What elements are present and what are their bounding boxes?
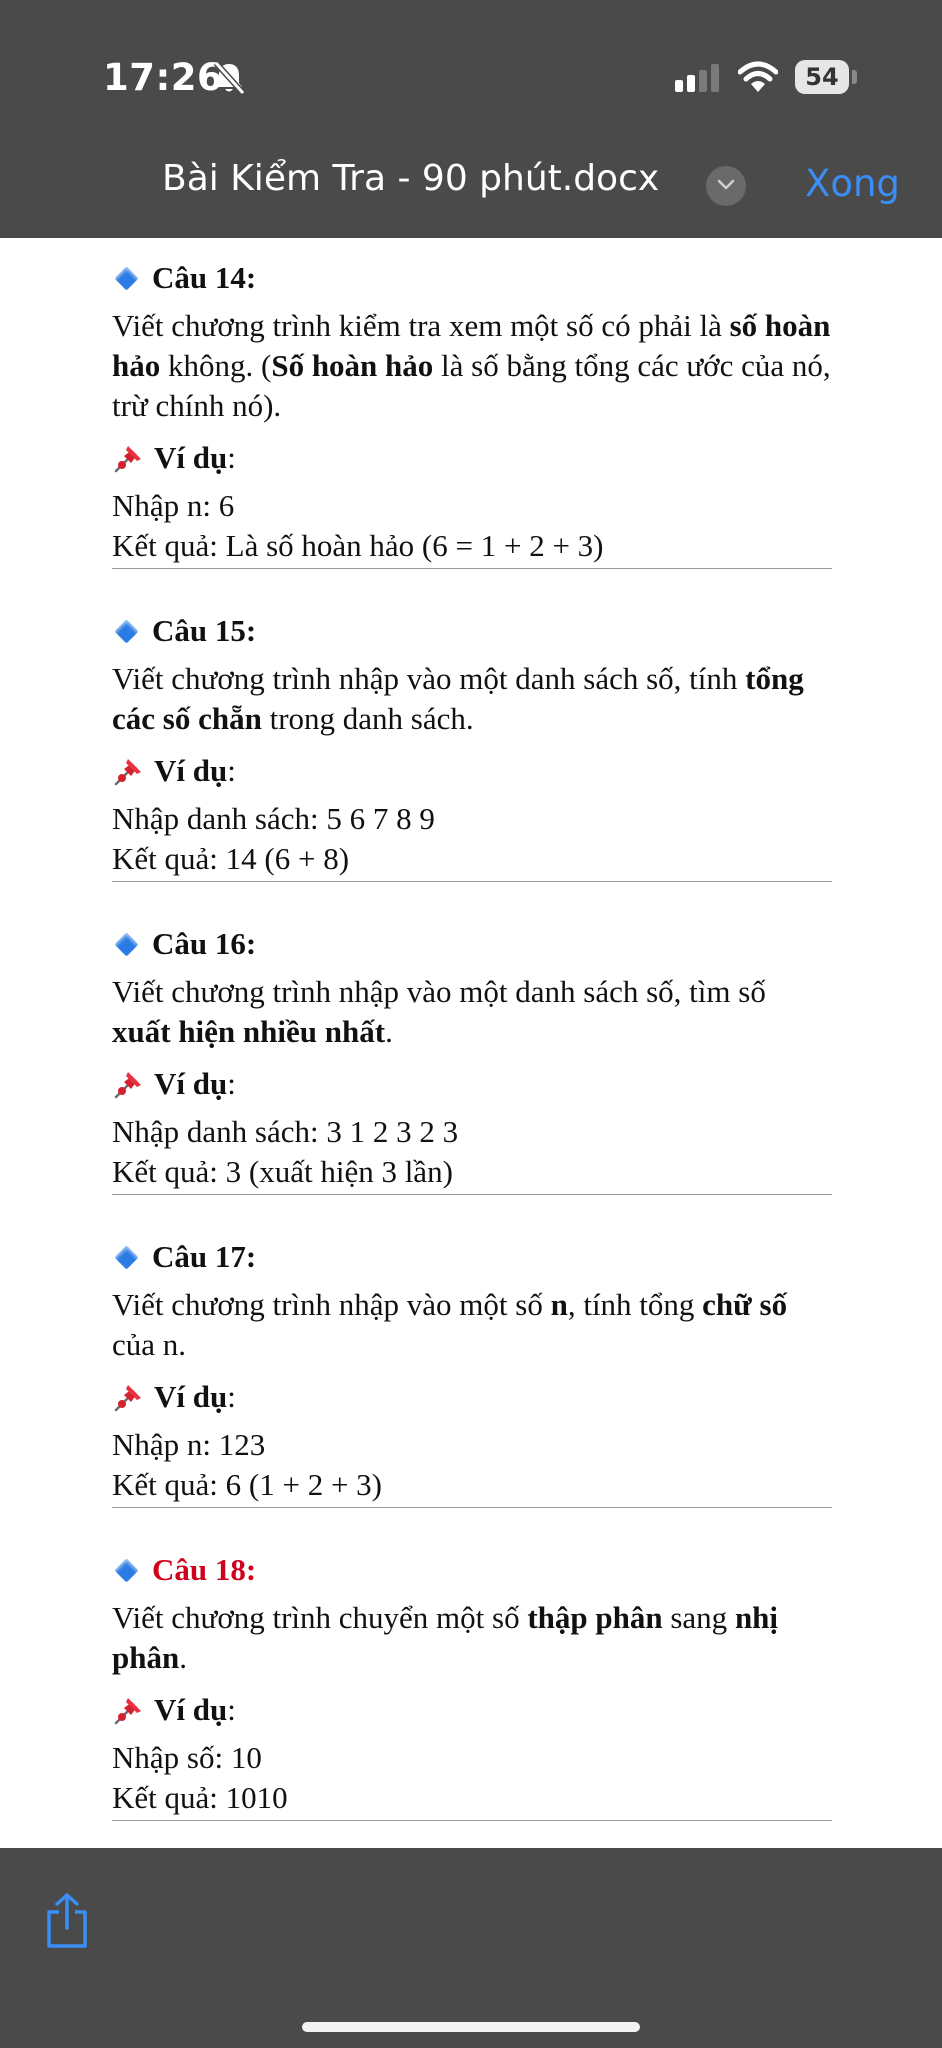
question-block: Câu 14: Viết chương trình kiểm tra xem mộ… [112,258,832,569]
example-label: Ví dụ: [112,751,832,791]
blue-diamond-icon [114,1557,139,1583]
question-text-segment: của n. [112,1327,187,1362]
question-heading: Câu 18: [112,1550,832,1590]
example-label-text: Ví dụ [154,440,228,475]
question-heading-text: Câu 14: [152,260,257,295]
pushpin-icon [114,446,141,473]
example-line: Nhập danh sách: 5 6 7 8 9 [112,801,435,836]
question-text: Viết chương trình nhập vào một danh sách… [112,659,832,739]
question-text-segment: Viết chương trình nhập vào một danh sách… [112,661,746,696]
question-block: Câu 18: Viết chương trình chuyển một số t… [112,1550,832,1821]
bell-slash-icon [213,60,246,96]
example-label: Ví dụ: [112,1690,832,1730]
title-menu-button[interactable] [706,166,746,206]
document-title[interactable]: Bài Kiểm Tra - 90 phút.docx [162,158,659,199]
example-label-colon: : [227,440,236,475]
status-bar: 17:26 54 [0,0,942,150]
question-text: Viết chương trình nhập vào một danh sách… [112,972,832,1052]
example-line: Kết quả: 3 (xuất hiện 3 lần) [112,1154,453,1189]
home-indicator[interactable] [302,2022,640,2032]
question-text-segment: . [179,1640,187,1675]
blue-diamond-icon [114,265,139,291]
document-page[interactable]: Câu 14: Viết chương trình kiểm tra xem mộ… [0,238,942,1848]
question-block: Câu 15: Viết chương trình nhập vào một da… [112,611,832,882]
question-block: Câu 16: Viết chương trình nhập vào một da… [112,924,832,1195]
pushpin-icon [114,759,141,786]
example-line: Kết quả: 6 (1 + 2 + 3) [112,1467,382,1502]
wifi-icon [738,61,778,92]
blue-diamond-icon [114,1244,139,1270]
example-line: Kết quả: 1010 [112,1780,288,1815]
question-heading: Câu 14: [112,258,832,298]
done-button[interactable]: Xong [805,162,900,205]
example-label-text: Ví dụ [154,1379,228,1414]
example-line: Kết quả: Là số hoàn hảo (6 = 1 + 2 + 3) [112,528,604,563]
question-heading-text: Câu 18: [152,1552,257,1587]
question-text-segment: trong danh sách. [261,701,474,736]
question-heading: Câu 16: [112,924,832,964]
example-label-colon: : [227,1692,236,1727]
question-text-segment: . [385,1014,393,1049]
question-text-segment: Viết chương trình nhập vào một số [112,1287,551,1322]
question-text-segment: , tính tổng [567,1287,703,1322]
example-line: Nhập số: 10 [112,1740,262,1775]
example-label-colon: : [227,1379,236,1414]
document-content: Câu 14: Viết chương trình kiểm tra xem mộ… [112,258,832,1848]
example-label-colon: : [227,753,236,788]
question-text-emphasis: thập phân [527,1600,663,1635]
battery-indicator: 54 [795,60,849,94]
question-text-emphasis: n [550,1287,568,1322]
example-line: Nhập n: 123 [112,1427,266,1462]
chevron-down-icon [717,179,735,190]
battery-nub [852,70,857,84]
cellular-signal-icon [675,64,719,92]
example-line: Nhập danh sách: 3 1 2 3 2 3 [112,1114,459,1149]
example-label-text: Ví dụ [154,1066,228,1101]
example-label-colon: : [227,1066,236,1101]
question-heading: Câu 17: [112,1237,832,1277]
question-text-segment: Viết chương trình kiểm tra xem một số có… [112,308,730,343]
question-text-emphasis: chữ số [702,1287,788,1322]
question-text-segment: Viết chương trình chuyển một số [112,1600,528,1635]
question-text: Viết chương trình kiểm tra xem một số có… [112,306,832,426]
question-block: Câu 17: Viết chương trình nhập vào một số… [112,1237,832,1508]
pushpin-icon [114,1698,141,1725]
example-line: Nhập n: 6 [112,488,235,523]
question-text-segment: Viết chương trình nhập vào một danh sách… [112,974,766,1009]
pushpin-icon [114,1072,141,1099]
blue-diamond-icon [114,931,139,957]
question-heading-text: Câu 16: [152,926,257,961]
question-heading: Câu 15: [112,611,832,651]
example-label-text: Ví dụ [154,753,228,788]
question-text-segment: sang [662,1600,735,1635]
question-text: Viết chương trình chuyển một số thập phâ… [112,1598,832,1678]
status-time: 17:26 [103,56,224,99]
question-text-emphasis: xuất hiện nhiều nhất [112,1014,386,1049]
blue-diamond-icon [114,618,139,644]
example-label: Ví dụ: [112,1064,832,1104]
example-line: Kết quả: 14 (6 + 8) [112,841,350,876]
bottom-toolbar [0,1848,942,2048]
pushpin-icon [114,1385,141,1412]
question-heading-text: Câu 17: [152,1239,257,1274]
example-label: Ví dụ: [112,1377,832,1417]
question-text: Viết chương trình nhập vào một số n, tín… [112,1285,832,1365]
example-label-text: Ví dụ [154,1692,228,1727]
nav-bar: Bài Kiểm Tra - 90 phút.docx Xong [0,150,942,238]
share-icon[interactable] [42,1892,92,1950]
example-label: Ví dụ: [112,438,832,478]
question-text-emphasis: Số hoàn hảo [271,348,434,383]
question-text-segment: không. ( [160,348,272,383]
question-heading-text: Câu 15: [152,613,257,648]
